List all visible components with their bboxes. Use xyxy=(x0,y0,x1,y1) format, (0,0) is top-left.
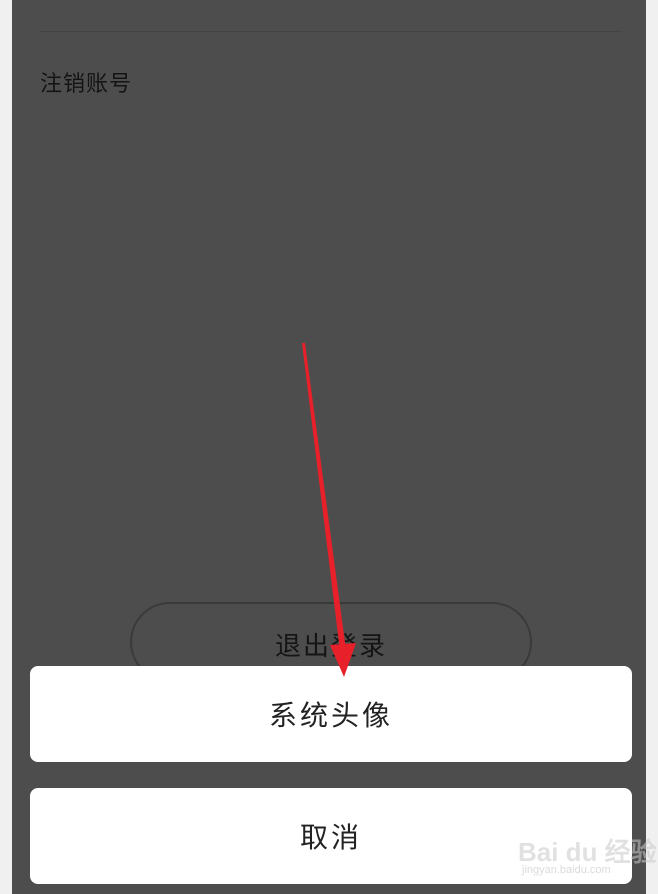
settings-screen-dimmed: 注销账号 退出登录 系统头像 取消 Bai du 经验 jingyan.baid… xyxy=(12,0,657,894)
baidu-jingyan-watermark: Bai du 经验 jingyan.baidu.com xyxy=(512,822,657,882)
list-divider xyxy=(40,31,622,32)
deactivate-account-item[interactable]: 注销账号 xyxy=(40,66,132,98)
watermark-url: jingyan.baidu.com xyxy=(522,864,611,876)
action-sheet-option-system-avatar[interactable]: 系统头像 xyxy=(30,666,632,762)
